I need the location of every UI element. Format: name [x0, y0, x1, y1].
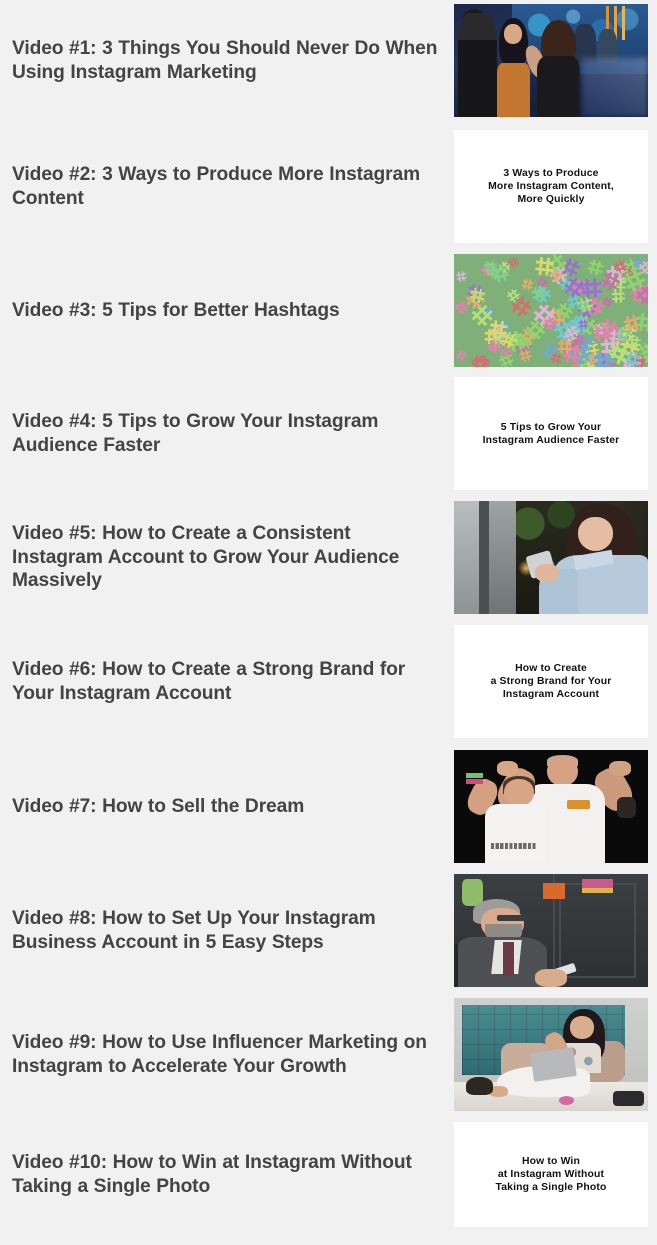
video-title-cell: Video #3: 5 Tips for Better Hashtags: [0, 254, 454, 367]
video-title: Video #7: How to Sell the Dream: [12, 795, 305, 817]
video-row[interactable]: Video #2: 3 Ways to Produce More Instagr…: [0, 130, 657, 243]
video-title-cell: Video #7: How to Sell the Dream: [0, 750, 454, 863]
thumbnail-card-text: 5 Tips to Grow Your Instagram Audience F…: [482, 421, 620, 446]
video-title: Video #6: How to Create a Strong Brand f…: [12, 659, 406, 704]
video-title: Video #1: 3 Things You Should Never Do W…: [12, 38, 438, 83]
video-title-cell: Video #10: How to Win at Instagram Witho…: [0, 1122, 454, 1227]
video-list: Video #1: 3 Things You Should Never Do W…: [0, 0, 657, 1245]
couple-flexing-photo: [454, 750, 648, 863]
video-thumbnail[interactable]: How to Create a Strong Brand for Your In…: [454, 625, 648, 738]
video-thumbnail[interactable]: [454, 4, 648, 117]
video-title: Video #5: How to Create a Consistent Ins…: [12, 523, 400, 592]
video-thumbnail[interactable]: [454, 750, 648, 863]
video-row[interactable]: Video #1: 3 Things You Should Never Do W…: [0, 4, 657, 117]
video-title: Video #2: 3 Ways to Produce More Instagr…: [12, 164, 421, 209]
thumbnail-card-text: How to Create a Strong Brand for Your In…: [490, 663, 612, 700]
video-title-cell: Video #6: How to Create a Strong Brand f…: [0, 625, 454, 738]
video-row[interactable]: Video #4: 5 Tips to Grow Your Instagram …: [0, 377, 657, 490]
thumbnail-card-text: How to Win at Instagram Without Taking a…: [495, 1156, 607, 1193]
video-title-cell: Video #2: 3 Ways to Produce More Instagr…: [0, 130, 454, 243]
video-thumbnail[interactable]: 3 Ways to Produce More Instagram Content…: [454, 130, 648, 243]
hashtag-confetti-photo: [454, 254, 648, 367]
woman-laptop-bed-photo: [454, 998, 648, 1111]
thumbnail-card-text: 3 Ways to Produce More Instagram Content…: [488, 168, 614, 205]
video-title-cell: Video #4: 5 Tips to Grow Your Instagram …: [0, 377, 454, 490]
video-thumbnail[interactable]: [454, 874, 648, 987]
video-title-cell: Video #1: 3 Things You Should Never Do W…: [0, 4, 454, 117]
businessman-phone-photo: [454, 874, 648, 987]
video-row[interactable]: Video #10: How to Win at Instagram Witho…: [0, 1122, 657, 1227]
video-title-cell: Video #8: How to Set Up Your Instagram B…: [0, 874, 454, 987]
video-thumbnail[interactable]: [454, 998, 648, 1111]
club-crowd-photo: [454, 4, 648, 117]
video-title-cell: Video #5: How to Create a Consistent Ins…: [0, 501, 454, 614]
video-thumbnail[interactable]: [454, 501, 648, 614]
video-title: Video #8: How to Set Up Your Instagram B…: [12, 908, 376, 953]
video-row[interactable]: Video #6: How to Create a Strong Brand f…: [0, 625, 657, 738]
video-title: Video #9: How to Use Influencer Marketin…: [12, 1032, 427, 1077]
video-row[interactable]: Video #5: How to Create a Consistent Ins…: [0, 501, 657, 614]
video-thumbnail[interactable]: [454, 254, 648, 367]
video-title: Video #10: How to Win at Instagram Witho…: [12, 1152, 412, 1197]
woman-with-phone-photo: [454, 501, 648, 614]
video-thumbnail[interactable]: How to Win at Instagram Without Taking a…: [454, 1122, 648, 1227]
video-thumbnail[interactable]: 5 Tips to Grow Your Instagram Audience F…: [454, 377, 648, 490]
video-row[interactable]: Video #8: How to Set Up Your Instagram B…: [0, 874, 657, 987]
video-title-cell: Video #9: How to Use Influencer Marketin…: [0, 998, 454, 1111]
video-title: Video #3: 5 Tips for Better Hashtags: [12, 299, 340, 321]
video-row[interactable]: Video #3: 5 Tips for Better Hashtags: [0, 254, 657, 367]
video-row[interactable]: Video #9: How to Use Influencer Marketin…: [0, 998, 657, 1111]
video-row[interactable]: Video #7: How to Sell the Dream: [0, 750, 657, 863]
video-title: Video #4: 5 Tips to Grow Your Instagram …: [12, 411, 379, 456]
